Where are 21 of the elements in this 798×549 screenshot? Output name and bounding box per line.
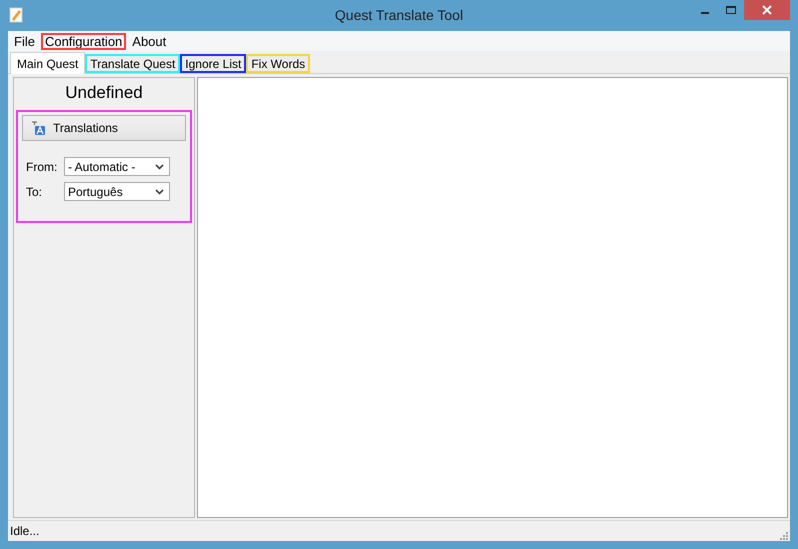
- translations-button[interactable]: Translations: [22, 115, 186, 141]
- menu-item[interactable]: About: [128, 32, 170, 50]
- window-title: Quest Translate Tool: [334, 7, 464, 23]
- close-icon[interactable]: [744, 0, 790, 20]
- pencil-icon: [9, 7, 23, 23]
- tab[interactable]: Main Quest: [10, 52, 86, 74]
- field-label: From:: [26, 160, 58, 174]
- field-label: To:: [26, 184, 44, 198]
- menu-item[interactable]: Configuration: [40, 32, 126, 50]
- tab[interactable]: Ignore List: [180, 54, 246, 73]
- chevron-icon: [155, 188, 164, 194]
- dropdown[interactable]: Português: [64, 182, 170, 201]
- panel-heading: Undefined: [64, 82, 144, 104]
- menu-item[interactable]: File: [10, 32, 39, 50]
- status-text: Idle...: [10, 524, 40, 538]
- translate-icon: [31, 121, 45, 135]
- tab[interactable]: Translate Quest: [85, 54, 180, 73]
- tab[interactable]: Fix Words: [246, 54, 310, 73]
- resize-grip-icon[interactable]: [779, 530, 788, 540]
- dropdown[interactable]: - Automatic -: [64, 157, 170, 176]
- chevron-icon: [155, 164, 164, 170]
